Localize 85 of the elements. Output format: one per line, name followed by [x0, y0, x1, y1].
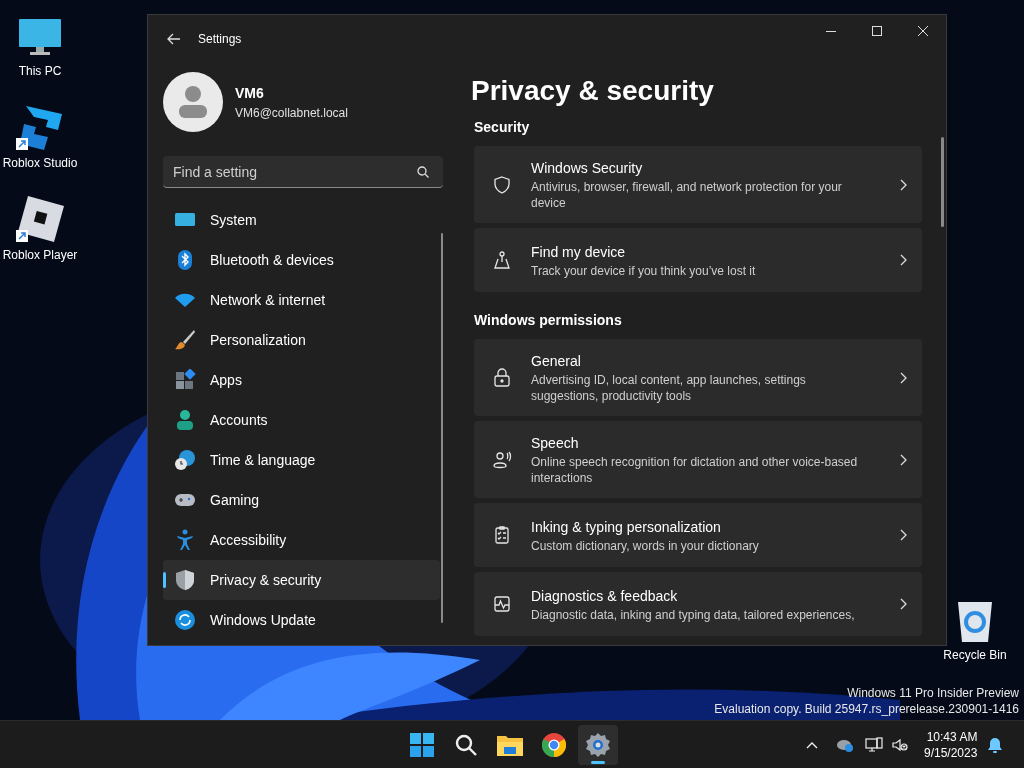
desktop-icon-label[interactable]: Roblox Player	[2, 246, 78, 264]
update-icon	[174, 609, 196, 631]
search-icon	[417, 166, 429, 178]
chevron-right-icon	[900, 598, 908, 610]
card-title: Find my device	[531, 242, 626, 262]
card-title: Inking & typing personalization	[531, 517, 721, 537]
search-field[interactable]: Find a setting	[163, 156, 443, 188]
windows-logo-icon	[410, 733, 434, 757]
scrollbar[interactable]	[941, 137, 944, 227]
search-icon	[454, 733, 478, 757]
nav-item[interactable]: Privacy & security	[163, 560, 440, 600]
folder-icon	[497, 734, 523, 756]
card-description: Track your device if you think you’ve lost it	[531, 262, 757, 279]
section-heading: Windows permissions	[474, 311, 623, 330]
card-title: Diagnostics & feedback	[531, 586, 678, 606]
user-email: VM6@collabnet.local	[235, 104, 348, 122]
card-title: Speech	[531, 434, 579, 453]
chevron-up-icon	[806, 741, 818, 749]
desktop-icon-label[interactable]: Roblox Studio	[2, 154, 78, 172]
globe-clock-icon	[174, 449, 196, 471]
taskbar-button[interactable]	[578, 725, 618, 765]
window-title: Settings	[198, 31, 242, 48]
bell-icon	[988, 737, 1003, 753]
section-heading: Security	[474, 118, 531, 137]
chevron-right-icon	[900, 178, 908, 191]
page-title: Privacy & security	[471, 74, 715, 108]
watermark-line: Windows 11 Pro Insider Preview	[847, 685, 1019, 701]
settings-card[interactable]: Inking & typing personalization Custom dictionary, words in your dictionary	[474, 503, 922, 567]
nav-item[interactable]: Network & internet	[163, 280, 440, 320]
nav-item[interactable]: Personalization	[163, 320, 440, 360]
nav-item[interactable]: Apps	[163, 360, 440, 400]
watermark-line: Evaluation copy. Build 25947.rs_prerelease.230901-1416	[714, 701, 1019, 717]
chevron-right-icon	[900, 254, 908, 266]
active-indicator	[591, 761, 605, 764]
speech-icon	[492, 449, 512, 470]
checklist-icon	[492, 525, 512, 545]
network-icon	[865, 737, 883, 753]
shield-icon	[492, 174, 512, 195]
shield-icon	[174, 569, 196, 591]
desktop-icon-label[interactable]: This PC	[18, 62, 62, 80]
desktop-icon-label[interactable]: Recycle Bin	[943, 646, 1007, 664]
person-icon	[178, 85, 208, 119]
settings-card[interactable]: General Advertising ID, local content, app launches, settings suggestions, productivity tools	[474, 339, 922, 416]
settings-card[interactable]: Windows Security Antivirus, browser, firewall, and network protection for your device	[474, 146, 922, 223]
maximize-icon	[872, 26, 882, 36]
settings-card[interactable]: Find my device Track your device if you think you’ve lost it	[474, 228, 922, 292]
nav-item[interactable]: System	[163, 200, 440, 240]
pulse-icon	[492, 594, 512, 614]
gear-icon	[586, 733, 610, 757]
card-description: Online speech recognition for dictation and other voice-based interactions	[531, 454, 859, 486]
volume-muted-icon	[892, 738, 908, 752]
card-description: Advertising ID, local content, app launches, settings suggestions, productivity tools	[531, 372, 807, 404]
selection-indicator	[163, 572, 166, 588]
back-arrow-icon	[167, 33, 181, 45]
card-title: General	[531, 352, 581, 371]
apps-icon	[174, 369, 196, 391]
nav-item[interactable]: Bluetooth & devices	[163, 240, 440, 280]
nav-item[interactable]: Windows Update	[163, 600, 440, 640]
person-locator-icon	[492, 250, 512, 270]
scrollbar[interactable]	[441, 233, 443, 623]
monitor-icon	[18, 18, 62, 58]
nav-item[interactable]: Accessibility	[163, 520, 440, 560]
card-description: Antivirus, browser, firewall, and network protection for your device	[531, 179, 843, 211]
person-icon	[174, 409, 196, 431]
nav-item[interactable]: Gaming	[163, 480, 440, 520]
card-description: Diagnostic data, inking and typing data, tailored experiences,	[531, 606, 856, 623]
settings-card[interactable]: Diagnostics & feedback Diagnostic data, inking and typing data, tailored experiences,	[474, 572, 922, 636]
chevron-right-icon	[900, 371, 908, 384]
nav-item[interactable]: Accounts	[163, 400, 440, 440]
cloud-info-icon	[836, 738, 854, 752]
nav-item[interactable]: Time & language	[163, 440, 440, 480]
chevron-right-icon	[900, 453, 908, 466]
app-logo-icon	[16, 196, 64, 242]
brush-icon	[174, 329, 196, 351]
card-description: Custom dictionary, words in your dictionary	[531, 537, 760, 554]
chevron-right-icon	[900, 529, 908, 541]
close-icon	[918, 26, 928, 36]
settings-card[interactable]: Speech Online speech recognition for dictation and other voice-based interactions	[474, 421, 922, 498]
minimize-icon	[826, 30, 836, 32]
clock[interactable]: 10:43 AM 9/15/2023	[922, 729, 980, 761]
card-title: Windows Security	[531, 159, 643, 178]
chrome-icon	[542, 733, 566, 757]
accessibility-icon	[174, 529, 196, 551]
user-name: VM6	[235, 83, 265, 103]
lock-icon	[492, 367, 512, 388]
